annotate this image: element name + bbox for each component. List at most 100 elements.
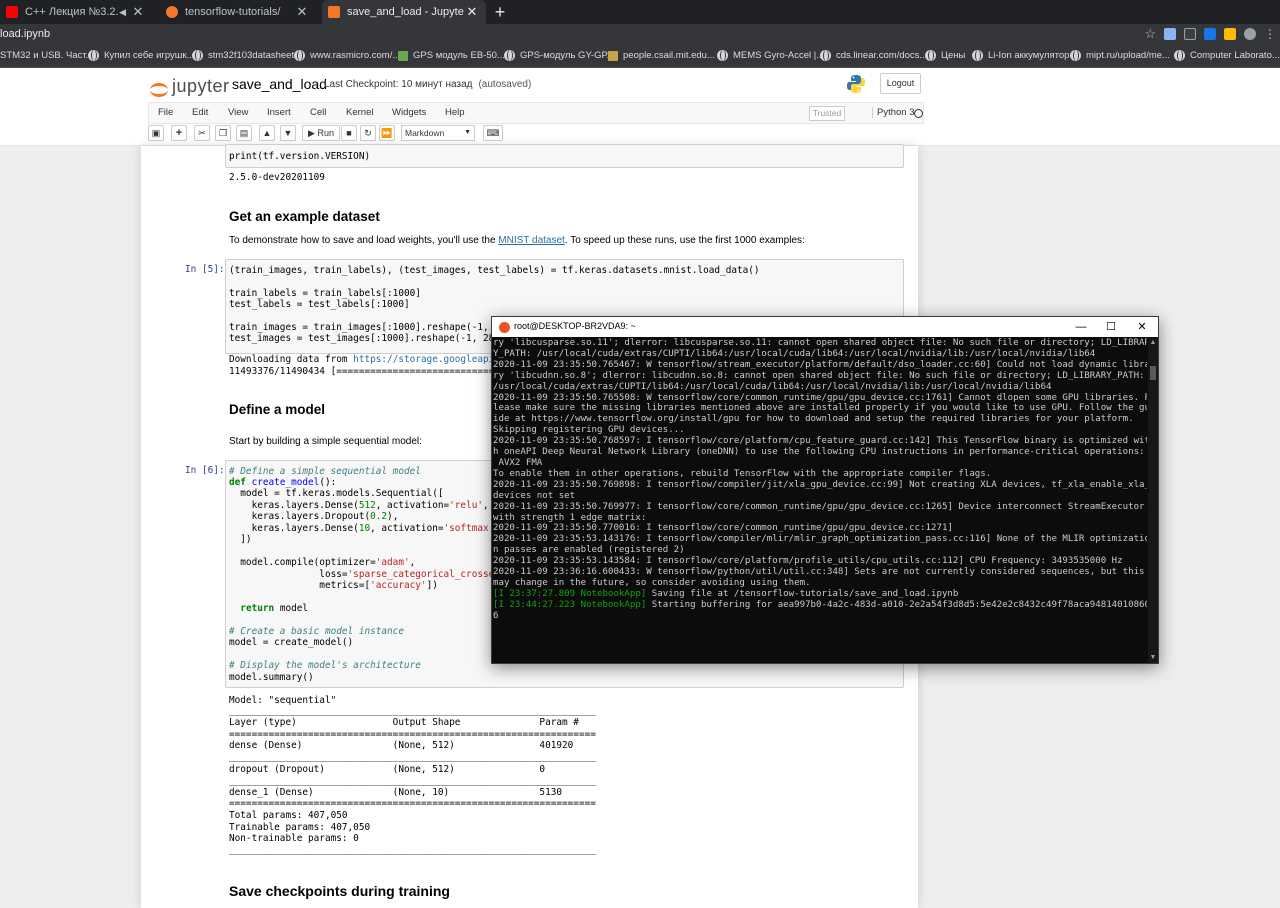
kernel-name[interactable]: Python 3	[872, 107, 915, 118]
interrupt-button[interactable]: ■	[341, 125, 357, 141]
cell-type-select[interactable]: Markdown ▼	[401, 125, 475, 141]
terminal-lines: ry 'libcusparse.so.11'; dlerror: libcusp…	[493, 338, 1147, 589]
bookmark-item[interactable]: MEMS Gyro-Accel |...	[717, 50, 824, 61]
bookmark-item[interactable]: www.rasmicro.com/...	[294, 50, 400, 61]
browser-tab-tensorflow-tutorials[interactable]: tensorflow-tutorials/ ✕	[160, 0, 316, 24]
jupyter-logo[interactable]: jupyter	[150, 76, 230, 97]
download-url-link[interactable]: https://storage.googleapis.c	[353, 354, 511, 365]
terminal-title-bar[interactable]: root@DESKTOP-BR2VDA9: ~ — ☐ ✕	[492, 317, 1158, 337]
extension-icon[interactable]	[1224, 28, 1236, 40]
plus-icon: +	[175, 127, 183, 139]
move-down-button[interactable]: ▼	[280, 125, 296, 141]
restart-button[interactable]: ↻	[360, 125, 376, 141]
trusted-indicator[interactable]: Trusted	[809, 106, 845, 121]
menu-edit[interactable]: Edit	[192, 107, 208, 118]
menu-kernel[interactable]: Kernel	[346, 107, 373, 118]
paste-button[interactable]: ▤	[236, 125, 252, 141]
bookmark-item[interactable]: GPS-модуль GY-GP...	[504, 50, 615, 61]
bookmark-item[interactable]: GPS модуль EB-50...	[398, 50, 505, 61]
copy-button[interactable]: ❐	[215, 125, 231, 141]
address-bar[interactable]: load.ipynb	[0, 28, 50, 40]
code-text: loss=	[229, 569, 348, 580]
command-palette-button[interactable]: ⌨	[483, 125, 503, 141]
bookmark-item[interactable]: Li-Ion аккумулятор	[972, 50, 1069, 61]
restart-run-all-button[interactable]: ⏩	[379, 125, 395, 141]
menu-view[interactable]: View	[228, 107, 248, 118]
menu-help[interactable]: Help	[445, 107, 465, 118]
bookmark-item[interactable]: Цены	[925, 50, 965, 61]
code-keyword: def	[229, 477, 246, 488]
close-button[interactable]: ✕	[1127, 319, 1157, 335]
terminal-scrollbar[interactable]: ▲ ▼	[1148, 338, 1158, 663]
extension-icon[interactable]	[1184, 28, 1196, 40]
terminal-output[interactable]: ry 'libcusparse.so.11'; dlerror: libcusp…	[493, 338, 1147, 663]
mnist-dataset-link[interactable]: MNIST dataset	[498, 235, 565, 246]
log-tag: [I 23:37:27.809 NotebookApp]	[493, 588, 647, 599]
scroll-up-icon[interactable]: ▲	[1148, 338, 1158, 348]
browser-menu-icon[interactable]: ⋮	[1264, 27, 1276, 41]
menu-file[interactable]: File	[158, 107, 173, 118]
bookmark-label: cds.linear.com/docs...	[836, 50, 928, 61]
bookmark-item[interactable]: Купил себе игрушк...	[88, 50, 195, 61]
extension-icon[interactable]	[1164, 28, 1176, 40]
code-line: model.summary()	[229, 672, 314, 683]
code-string: 'softmax'	[443, 523, 495, 534]
code-line: keras.layers.Dense(512, activation='relu…	[229, 500, 512, 511]
log-tag: [I 23:44:27.223 NotebookApp]	[493, 599, 647, 610]
browser-tab-youtube[interactable]: C++ Лекция №3.2. Указател ◀ ✕	[0, 0, 152, 24]
bookmark-item[interactable]: stm32f103datasheet	[192, 50, 294, 61]
insert-cell-button[interactable]: +	[171, 125, 187, 141]
bookmark-item[interactable]: people.csail.mit.edu...	[608, 50, 715, 61]
logout-button[interactable]: Logout	[880, 73, 921, 94]
code-text: keras.layers.Dense(	[229, 500, 359, 511]
terminal-window[interactable]: root@DESKTOP-BR2VDA9: ~ — ☐ ✕ ry 'libcus…	[491, 316, 1159, 664]
code-number: 10	[358, 523, 371, 534]
speaker-icon[interactable]: ◀	[119, 7, 126, 18]
new-tab-button[interactable]: +	[490, 1, 510, 23]
close-tab-icon[interactable]: ✕	[464, 4, 480, 20]
close-tab-icon[interactable]: ✕	[130, 4, 146, 20]
cut-button[interactable]: ✂	[194, 125, 210, 141]
scroll-down-icon[interactable]: ▼	[1148, 653, 1158, 663]
minimize-button[interactable]: —	[1066, 319, 1096, 335]
scrollbar-thumb[interactable]	[1150, 366, 1156, 380]
input-prompt: In [6]:	[185, 465, 225, 476]
bookmark-item[interactable]: cds.linear.com/docs...	[820, 50, 927, 61]
extension-icon[interactable]	[1204, 28, 1216, 40]
menu-insert[interactable]: Insert	[267, 107, 291, 118]
profile-avatar-icon[interactable]	[1244, 28, 1256, 40]
move-up-button[interactable]: ▲	[259, 125, 275, 141]
run-button[interactable]: ▶ Run	[302, 125, 340, 141]
close-tab-icon[interactable]: ✕	[294, 4, 310, 20]
bookmark-item[interactable]: mipt.ru/upload/me...	[1070, 50, 1170, 61]
notebook-name[interactable]: save_and_load	[232, 76, 327, 92]
code-function-name: create_model	[251, 477, 320, 488]
chevron-down-icon: ▼	[464, 129, 471, 136]
terminal-line: with strength 1 edge matrix:	[493, 512, 647, 523]
heading-example-dataset: Get an example dataset	[229, 209, 380, 224]
menu-widgets[interactable]: Widgets	[392, 107, 426, 118]
bookmark-item[interactable]: Computer Laborato...	[1174, 50, 1280, 61]
maximize-button[interactable]: ☐	[1096, 319, 1126, 335]
terminal-line: 2020-11-09 23:35:50.769898: I tensorflow…	[493, 479, 1147, 490]
globe-icon	[294, 50, 305, 61]
keyboard-icon: ⌨	[486, 128, 500, 138]
browser-tab-save-and-load[interactable]: save_and_load - Jupyter Notebook ✕	[322, 0, 486, 24]
terminal-line: 2020-11-09 23:35:53.143176: I tensorflow…	[493, 534, 1147, 545]
arrow-down-icon: ▼	[283, 128, 293, 138]
log-message: Saving file at /tensorflow-tutorials/sav…	[646, 588, 959, 599]
bookmark-label: STM32 и USB. Част...	[0, 50, 94, 61]
jupyter-logo-icon	[150, 78, 168, 97]
terminal-line: [I 23:37:27.809 NotebookApp] Saving file…	[493, 589, 1147, 600]
save-button[interactable]: ▣	[148, 125, 164, 141]
play-icon: ▶	[308, 128, 315, 138]
bookmark-star-icon[interactable]: ☆	[1144, 27, 1156, 41]
bookmark-favicon	[398, 50, 408, 61]
notebook-menubar: File Edit View Insert Cell Kernel Widget…	[148, 102, 924, 124]
bookmarks-bar: STM32 и USB. Част... Купил себе игрушк..…	[0, 46, 1280, 68]
heading-define-model: Define a model	[229, 402, 326, 417]
bookmark-item[interactable]: STM32 и USB. Част...	[0, 50, 94, 61]
menu-cell[interactable]: Cell	[310, 107, 326, 118]
code-cell-input[interactable]: print(tf.version.VERSION)	[225, 144, 904, 168]
code-text: ,	[409, 557, 416, 568]
